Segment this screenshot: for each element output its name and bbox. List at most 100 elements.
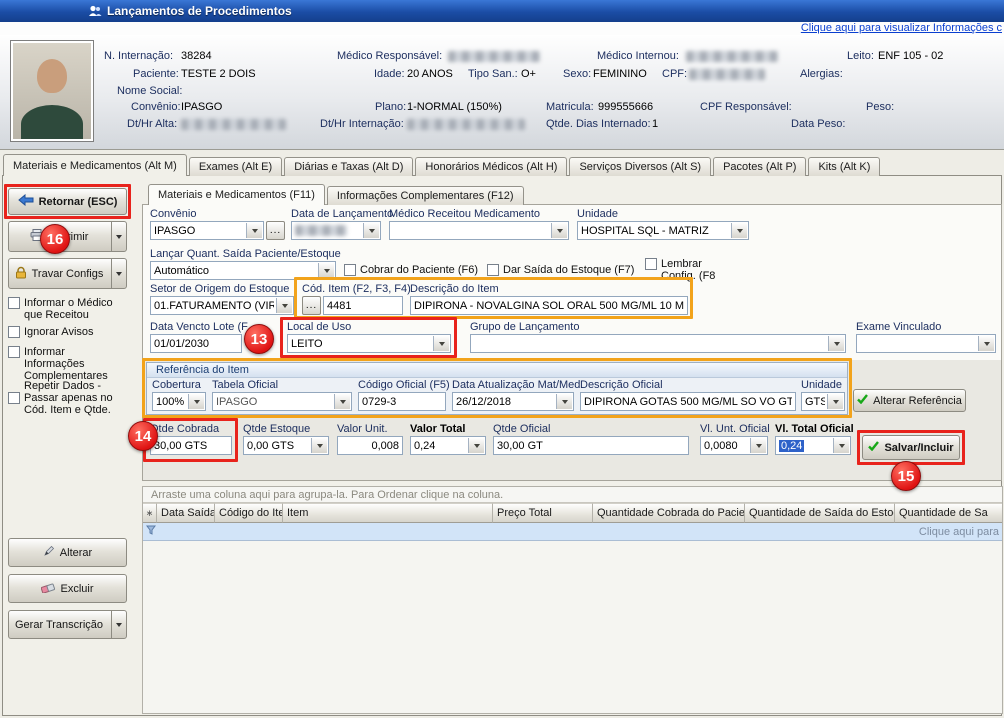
cobertura-label: Cobertura <box>152 379 201 391</box>
tab-diarias-taxas[interactable]: Diárias e Taxas (Alt D) <box>284 157 413 176</box>
grid-new-item-row[interactable]: Clique aqui para <box>143 523 1002 541</box>
qtde-cobrada-label: Qtde Cobrada <box>150 423 219 435</box>
lancar-quant-select[interactable]: Automático <box>150 261 336 280</box>
data-peso-label: Data Peso: <box>791 118 845 130</box>
local-uso-select[interactable]: LEITO <box>287 334 451 353</box>
informar-medico-checkbox[interactable]: Informar o Médico que Receitou <box>8 297 128 321</box>
data-atualizacao-select[interactable]: 26/12/2018 <box>452 392 574 411</box>
qtde-dias-label: Qtde. Dias Internado: <box>546 118 651 130</box>
codigo-oficial-input[interactable]: 0729-3 <box>358 392 446 411</box>
tab-servicos-diversos[interactable]: Serviços Diversos (Alt S) <box>569 157 711 176</box>
lembrar-config-checkbox[interactable]: Lembrar Config. (F8 <box>645 258 729 282</box>
tab-exames[interactable]: Exames (Alt E) <box>189 157 282 176</box>
selected-text: 0,24 <box>779 440 804 452</box>
dar-saida-checkbox[interactable]: Dar Saída do Estoque (F7) <box>487 264 634 276</box>
unidade-select[interactable]: HOSPITAL SQL - MATRIZ <box>577 221 749 240</box>
chevron-down-icon <box>363 223 379 238</box>
column-header-item[interactable]: Item <box>283 503 493 523</box>
column-header-data-saida[interactable]: Data Saída <box>157 503 215 523</box>
valor-unit-label: Valor Unit. <box>337 423 388 435</box>
qtde-estoque-label: Qtde Estoque <box>243 423 310 435</box>
column-header-qtd-sa[interactable]: Quantidade de Sa <box>895 503 1002 523</box>
cod-item-browse-button[interactable]: ... <box>302 296 321 315</box>
convenio-select[interactable]: IPASGO <box>150 221 264 240</box>
n-internacao-label: N. Internação: <box>104 50 173 62</box>
setor-origem-select[interactable]: 01.FATURAMENTO (VIR <box>150 296 294 315</box>
vl-unt-oficial-label: Vl. Unt. Oficial <box>700 423 770 435</box>
descricao-oficial-input[interactable]: DIPIRONA GOTAS 500 MG/ML SO VO GT <box>580 392 796 411</box>
cobertura-select[interactable]: 100% <box>152 392 206 411</box>
tab-pacotes[interactable]: Pacotes (Alt P) <box>713 157 806 176</box>
app-window: Lançamentos de Procedimentos Clique aqui… <box>0 0 1004 718</box>
tab-honorarios-medicos[interactable]: Honorários Médicos (Alt H) <box>415 157 567 176</box>
data-lancamento-label: Data de Lançamento <box>291 208 393 220</box>
qtde-oficial-label: Qtde Oficial <box>493 423 550 435</box>
vl-total-oficial-input[interactable]: 0,24 <box>775 436 851 455</box>
valor-unit-input[interactable]: 0,008 <box>337 436 403 455</box>
codigo-oficial-label: Código Oficial (F5) <box>358 379 450 391</box>
valor-total-select[interactable]: 0,24 <box>410 436 486 455</box>
medico-internou-label: Médico Internou: <box>597 50 679 62</box>
travar-configs-button[interactable]: Travar Configs <box>8 258 127 289</box>
exame-vinculado-select[interactable] <box>856 334 996 353</box>
data-lancamento-select[interactable] <box>291 221 381 240</box>
gerar-transcricao-button[interactable]: Gerar Transcrição <box>8 610 127 639</box>
dt-hr-internacao-label: Dt/Hr Internação: <box>320 118 404 130</box>
grupo-lancamento-select[interactable] <box>470 334 846 353</box>
medico-internou-redacted <box>686 51 778 62</box>
column-header-preco-total[interactable]: Preço Total <box>493 503 593 523</box>
medico-receitou-select[interactable] <box>389 221 569 240</box>
column-header-codigo-item[interactable]: Código do Item <box>215 503 283 523</box>
chevron-down-icon <box>318 263 334 278</box>
tabela-oficial-select[interactable]: IPASGO <box>212 392 352 411</box>
annotation-badge-14: 14 <box>128 421 158 451</box>
qtde-oficial-input[interactable]: 30,00 GT <box>493 436 689 455</box>
excluir-button[interactable]: Excluir <box>8 574 127 603</box>
checkbox-box <box>344 264 356 276</box>
app-icon <box>88 4 102 18</box>
imprimir-dropdown-arrow[interactable] <box>111 222 126 251</box>
tab-materiais-f11[interactable]: Materiais e Medicamentos (F11) <box>148 184 325 205</box>
convenio-browse-button[interactable]: ... <box>266 221 285 240</box>
matricula-label: Matricula: <box>546 101 594 113</box>
convenio-label: Convênio <box>150 208 196 220</box>
travar-dropdown-arrow[interactable] <box>111 259 126 288</box>
dt-hr-alta-label: Dt/Hr Alta: <box>127 118 177 130</box>
repetir-dados-checkbox[interactable]: Repetir Dados - Passar apenas no Cód. It… <box>8 380 130 416</box>
medico-responsavel-redacted <box>448 51 540 62</box>
tipo-san-value: O+ <box>521 68 536 80</box>
chevron-down-icon <box>311 438 327 453</box>
data-atualizacao-label: Data Atualização Mat/Med <box>452 379 580 391</box>
alterar-referencia-button[interactable]: Alterar Referência <box>853 389 966 412</box>
vl-unt-oficial-select[interactable]: 0,0080 <box>700 436 768 455</box>
alergias-label: Alergias: <box>800 68 843 80</box>
alterar-button[interactable]: Alterar <box>8 538 127 567</box>
unidade-oficial-select[interactable]: GTS <box>801 392 845 411</box>
cod-item-input[interactable]: 4481 <box>323 296 403 315</box>
data-vencto-input[interactable]: 01/01/2030 <box>150 334 242 353</box>
cobrar-paciente-checkbox[interactable]: Cobrar do Paciente (F6) <box>344 264 478 276</box>
chevron-down-icon <box>433 336 449 351</box>
back-arrow-icon <box>18 194 34 209</box>
retornar-button[interactable]: Retornar (ESC) <box>8 188 127 215</box>
qtde-estoque-select[interactable]: 0,00 GTS <box>243 436 329 455</box>
paciente-value: TESTE 2 DOIS <box>181 68 256 80</box>
informar-informacoes-checkbox[interactable]: Informar Informações Complementares <box>8 346 128 382</box>
checkbox-label: Ignorar Avisos <box>24 326 94 338</box>
column-header-qtd-cobrada[interactable]: Quantidade Cobrada do Paciente <box>593 503 745 523</box>
convenio-hdr-value: IPASGO <box>181 101 222 113</box>
idade-label: Idade: <box>374 68 405 80</box>
qtde-cobrada-input[interactable]: 30,00 GTS <box>150 436 232 455</box>
salvar-incluir-button[interactable]: Salvar/Incluir <box>862 435 960 460</box>
tab-kits[interactable]: Kits (Alt K) <box>808 157 880 176</box>
n-internacao-value: 38284 <box>181 50 212 62</box>
tab-materiais-medicamentos[interactable]: Materiais e Medicamentos (Alt M) <box>3 154 187 176</box>
main-tabstrip: Materiais e Medicamentos (Alt M) Exames … <box>3 154 882 176</box>
ignorar-avisos-checkbox[interactable]: Ignorar Avisos <box>8 326 128 338</box>
lock-icon <box>15 266 27 282</box>
descricao-item-input[interactable]: DIPIRONA - NOVALGINA SOL ORAL 500 MG/ML … <box>410 296 688 315</box>
gerar-dropdown-arrow[interactable] <box>111 611 126 638</box>
visualizar-informacoes-link[interactable]: Clique aqui para visualizar Informações … <box>801 22 1002 34</box>
column-header-qtd-saida[interactable]: Quantidade de Saída do Estoque <box>745 503 895 523</box>
tab-informacoes-f12[interactable]: Informações Complementares (F12) <box>327 186 524 205</box>
